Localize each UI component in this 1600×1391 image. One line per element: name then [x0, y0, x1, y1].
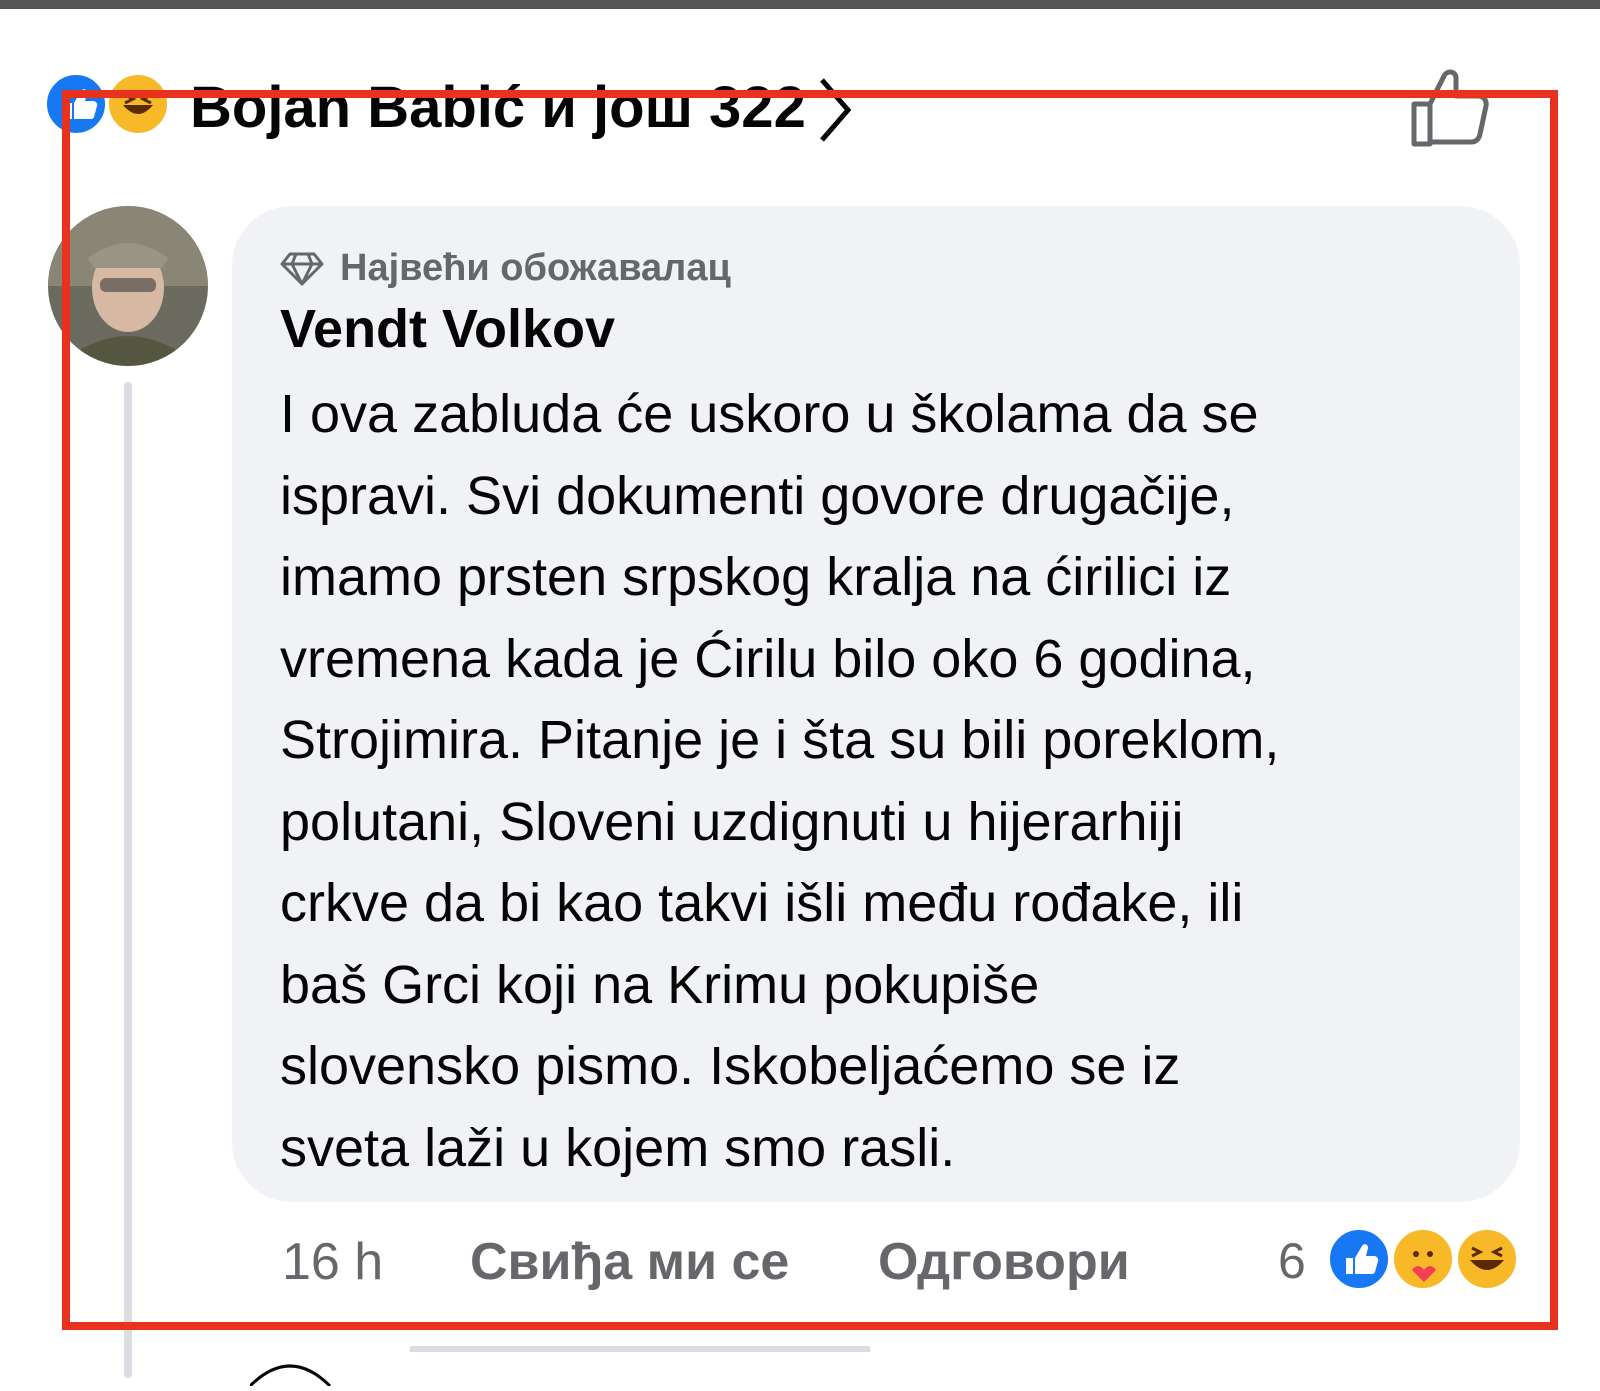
like-reaction-icon	[44, 72, 108, 136]
comment-line: ispravi. Svi dokumenti govore drugačije,	[280, 465, 1235, 526]
comment-author[interactable]: Vendt Volkov	[280, 298, 615, 360]
haha-reaction-icon	[106, 72, 170, 136]
reply-button[interactable]: Одговори	[878, 1232, 1130, 1302]
comment-line: polutani, Sloveni uzdignuti u hijerarhij…	[280, 791, 1184, 852]
comment-bubble[interactable]: Највећи обожавалац Vendt Volkov I ova za…	[232, 206, 1520, 1202]
diamond-icon	[280, 252, 324, 286]
comment-text: I ova zabluda će uskoro u školama da se …	[280, 374, 1500, 1189]
reactor-names[interactable]: Bojan Babić и још 322	[190, 74, 806, 141]
avatar[interactable]	[48, 206, 208, 366]
comment-line: slovensko pismo. Iskobeljaćemo se iz	[280, 1036, 1181, 1096]
haha-icon	[1454, 1226, 1520, 1292]
top-fan-badge: Највећи обожавалац	[280, 240, 731, 296]
chevron-right-icon[interactable]	[804, 74, 864, 144]
comment-line: vremena kada je Ćirilu bilo oko 6 godina…	[280, 628, 1256, 689]
comment-line: Strojimira. Pitanje je i šta su bili por…	[280, 710, 1280, 770]
like-icon	[1326, 1226, 1392, 1292]
like-button[interactable]: Свиђа ми се	[470, 1232, 789, 1302]
thumbs-up-icon[interactable]	[1408, 64, 1494, 150]
comment-line: crkve da bi kao takvi išli među rođake, …	[280, 873, 1244, 933]
next-comment-edge	[248, 1346, 950, 1388]
comment-line: imamo prsten srpskog kralja na ćirilici …	[280, 547, 1232, 607]
comment-timestamp[interactable]: 16 h	[282, 1232, 383, 1302]
badge-label: Највећи обожавалац	[340, 246, 731, 289]
reaction-count[interactable]: 6	[1278, 1232, 1306, 1290]
care-icon	[1390, 1226, 1456, 1292]
comment-line: baš Grci koji na Krimu pokupiše	[280, 954, 1040, 1015]
comment-line: I ova zabluda će uskoro u školama da se	[280, 384, 1259, 444]
thread-line	[124, 382, 132, 1378]
comment-line: sveta laži u kojem smo rasli.	[280, 1117, 956, 1178]
top-edge-bar	[0, 0, 1600, 9]
reactions-summary[interactable]: Bojan Babić и још 322	[44, 68, 944, 142]
